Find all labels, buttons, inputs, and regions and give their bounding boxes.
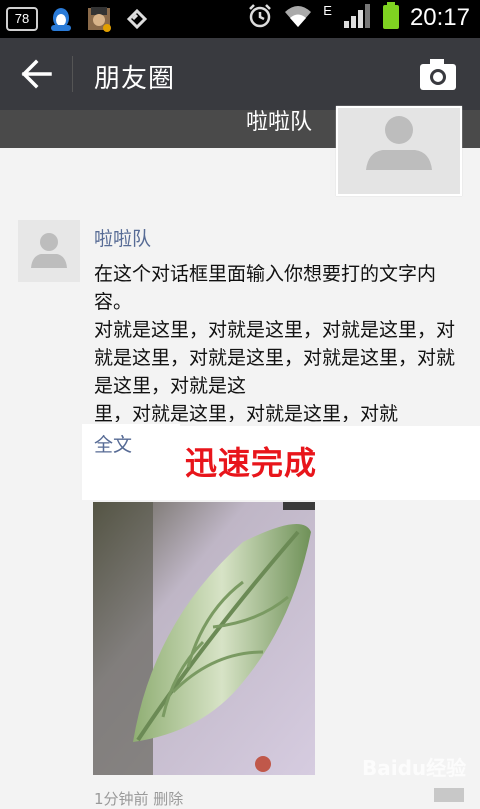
battery-level-icon: 78 [6,7,38,31]
post-author-name[interactable]: 啦啦队 [94,224,151,251]
alarm-icon [247,3,273,33]
status-bar: 78 E 20:17 [0,0,480,38]
signal-icon [342,3,372,33]
post-text: 在这个对话框里面输入你想要打的文字内容。 对就是这里，对就是这里，对就是这里，对… [94,263,456,422]
post-author-avatar[interactable] [18,220,80,282]
default-avatar-icon [31,233,67,268]
page-title: 朋友圈 [94,64,176,94]
back-arrow-icon [21,59,52,89]
annotation-caption: 迅速完成 [185,444,318,482]
avatar-notification-icon [84,4,114,34]
network-type-label: E [323,2,332,18]
usb-icon [122,4,152,34]
post-text-container: 在这个对话框里面输入你想要打的文字内容。 对就是这里，对就是这里，对就是这里，对… [94,260,466,422]
title-divider [72,56,73,92]
title-bar: 朋友圈 [0,38,480,110]
own-avatar[interactable] [336,106,462,196]
camera-icon [420,59,456,90]
full-text-link[interactable]: 全文 [94,430,132,457]
leaf-photo [93,502,315,775]
battery-icon [382,2,400,34]
wifi-icon [283,3,313,33]
post-meta: 1分钟前 删除 [94,790,184,808]
cover-user-name: 啦啦队 [246,110,313,135]
default-avatar-icon [366,116,432,170]
qq-notification-icon [46,4,76,34]
status-time: 20:17 [409,4,470,31]
watermark: Baidu经验 [362,756,467,780]
back-button[interactable] [14,54,58,94]
post-image[interactable] [93,502,315,775]
camera-button[interactable] [418,56,458,92]
